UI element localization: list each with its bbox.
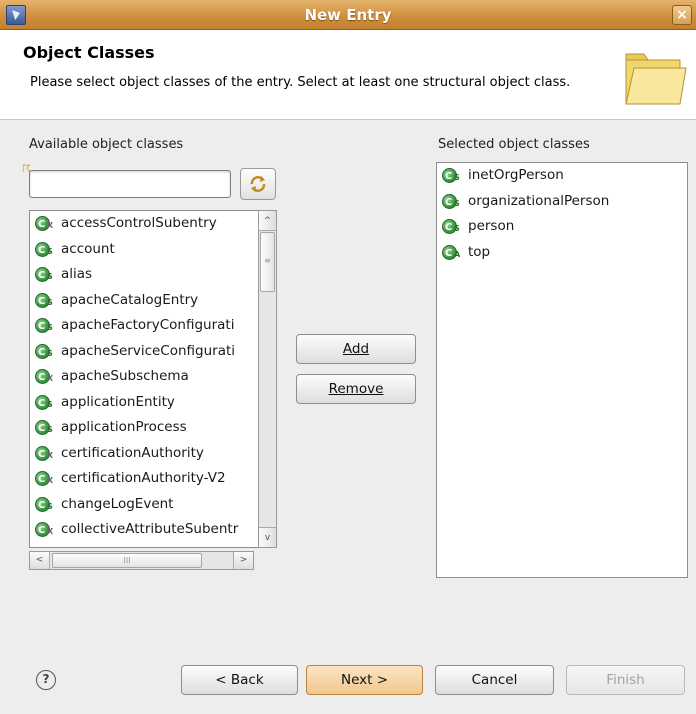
back-button[interactable]: < Back [181, 665, 298, 695]
wizard-header: Object Classes Please select object clas… [0, 30, 696, 120]
scroll-left-arrow-icon[interactable]: < [30, 552, 50, 569]
remove-button[interactable]: Remove [296, 374, 416, 404]
list-item[interactable]: XcertificationAuthority-V2 [30, 466, 258, 492]
list-item[interactable]: Saccount [30, 237, 258, 263]
list-item[interactable]: SapplicationProcess [30, 415, 258, 441]
available-classes-list[interactable]: XaccessControlSubentry Saccount Salias S… [29, 210, 259, 548]
scroll-down-arrow-icon[interactable]: v [259, 527, 276, 547]
help-icon[interactable]: ? [36, 670, 56, 690]
finish-button[interactable]: Finish [566, 665, 685, 695]
selected-classes-list[interactable]: SinetOrgPerson SorganizationalPerson Spe… [436, 162, 688, 578]
list-item[interactable]: XcollectiveAttributeSubentr [30, 517, 258, 543]
title-bar[interactable]: New Entry × [0, 0, 696, 30]
available-list-vertical-scrollbar[interactable]: ^ ≡ v [258, 210, 277, 548]
reload-schema-button[interactable] [240, 168, 276, 200]
list-item[interactable]: SapacheCatalogEntry [30, 288, 258, 314]
scroll-up-arrow-icon[interactable]: ^ [259, 211, 276, 231]
refresh-icon [250, 176, 266, 192]
list-item[interactable]: XaccessControlSubentry [30, 211, 258, 237]
folder-icon [625, 53, 687, 105]
selected-classes-label: Selected object classes [438, 137, 590, 152]
available-list-horizontal-scrollbar[interactable]: < III > [29, 551, 254, 570]
cancel-button[interactable]: Cancel [435, 665, 554, 695]
new-entry-dialog: New Entry × Object Classes Please select… [0, 0, 696, 714]
list-item[interactable]: Atop [437, 240, 687, 266]
list-item[interactable]: SapacheFactoryConfigurati [30, 313, 258, 339]
list-item[interactable]: Sperson [437, 214, 687, 240]
available-classes-label: Available object classes [29, 137, 184, 152]
next-button[interactable]: Next > [306, 665, 423, 695]
window-title: New Entry [304, 6, 392, 24]
list-item[interactable]: XcertificationAuthority [30, 441, 258, 467]
list-item[interactable]: SapplicationEntity [30, 390, 258, 416]
list-item[interactable]: SapacheServiceConfigurati [30, 339, 258, 365]
list-item[interactable]: SorganizationalPerson [437, 189, 687, 215]
list-item[interactable]: SchangeLogEvent [30, 492, 258, 518]
list-item[interactable]: Salias [30, 262, 258, 288]
scroll-right-arrow-icon[interactable]: > [233, 552, 253, 569]
page-title: Object Classes [23, 43, 155, 62]
list-item[interactable]: XapacheSubschema [30, 364, 258, 390]
close-button[interactable]: × [672, 5, 692, 25]
scroll-thumb[interactable]: ≡ [260, 232, 275, 292]
object-class-filter-input[interactable] [29, 170, 231, 198]
add-button[interactable]: Add [296, 334, 416, 364]
page-description: Please select object classes of the entr… [30, 75, 571, 90]
scroll-thumb[interactable]: III [52, 553, 202, 568]
list-item[interactable]: SinetOrgPerson [437, 163, 687, 189]
